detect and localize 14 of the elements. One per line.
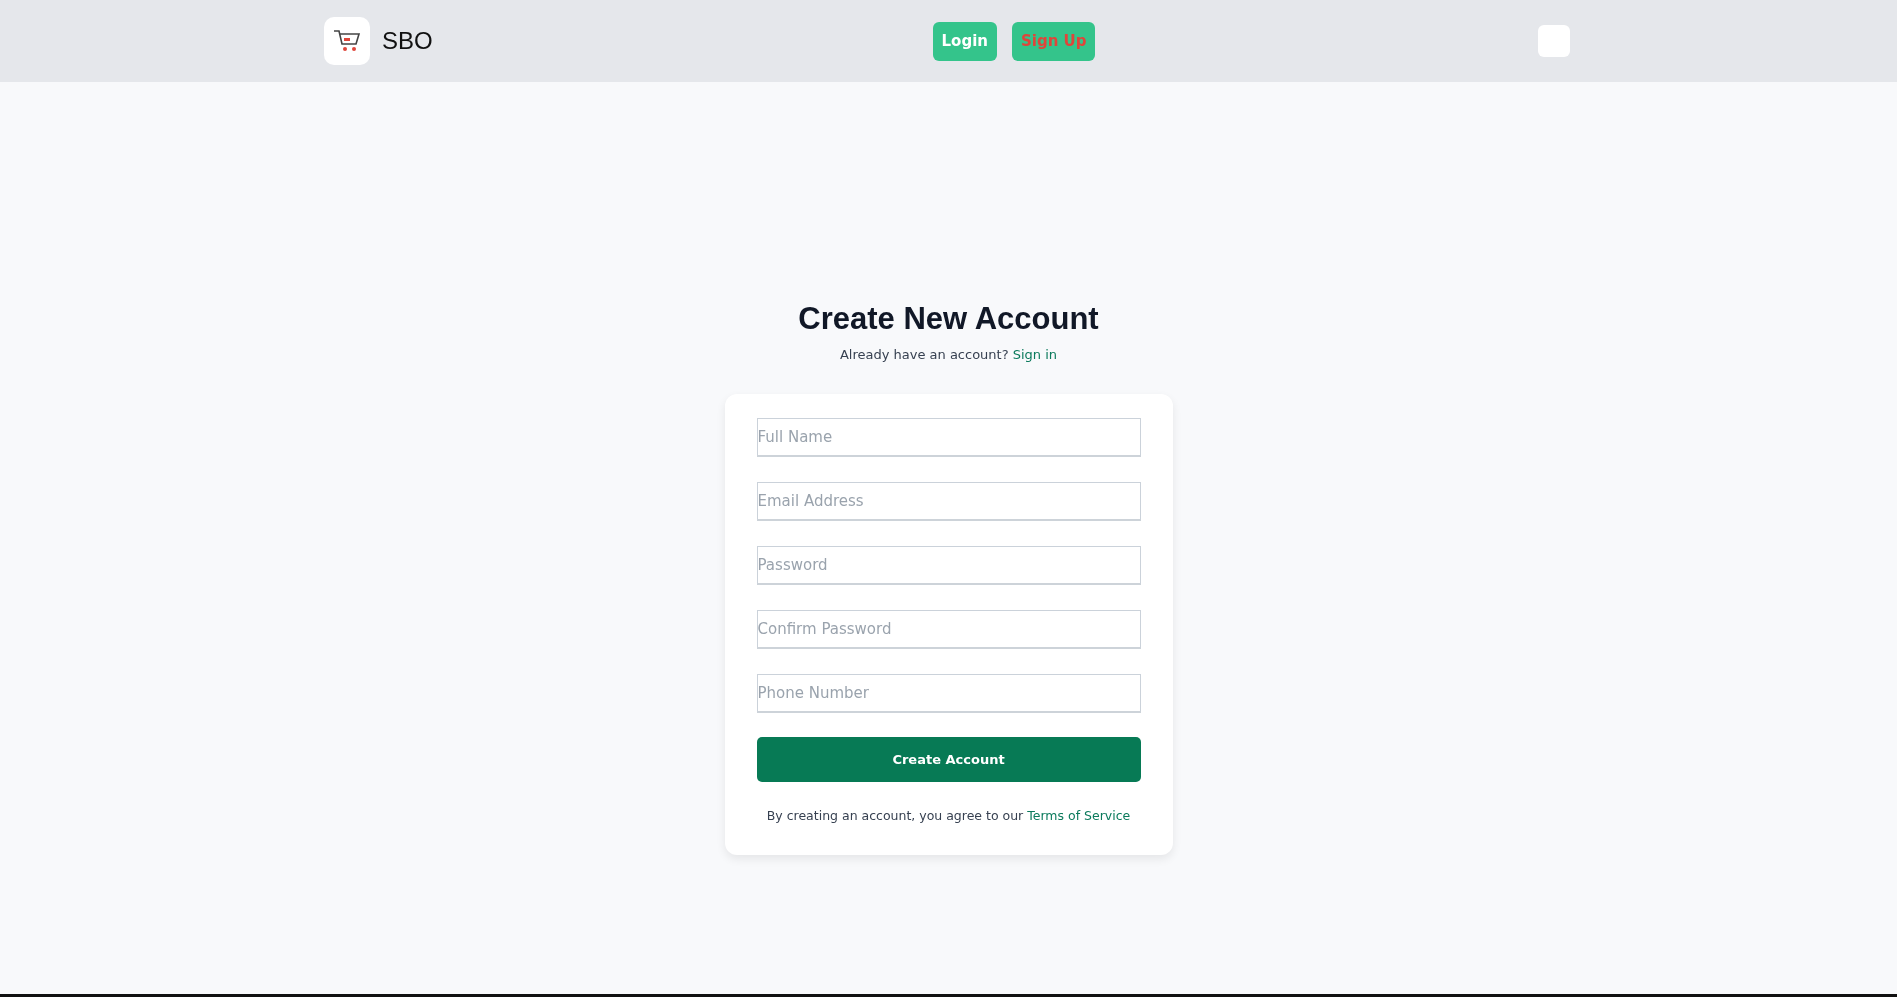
input-field[interactable]: Password — [756, 546, 1141, 585]
input-field[interactable]: Phone Number — [756, 674, 1141, 713]
toggle-button[interactable] — [1538, 25, 1570, 57]
page-title: Create New Account — [798, 300, 1099, 338]
signin-link[interactable]: Sign in — [1012, 347, 1058, 362]
create-account-button[interactable]: Create Account — [756, 737, 1141, 782]
input-field[interactable]: Confirm Password — [756, 610, 1141, 649]
cart-icon[interactable] — [324, 17, 370, 65]
terms-text: By creating an account, you agree to our Terms of Service — [765, 808, 1132, 823]
terms-link[interactable]: Terms of Service — [1027, 808, 1131, 823]
signin-prompt: Already have an account? Sign in — [839, 346, 1058, 364]
input-field[interactable]: Full Name — [756, 418, 1141, 457]
brand-name: SBO — [382, 27, 433, 55]
input-field[interactable]: Email Address — [756, 482, 1141, 521]
